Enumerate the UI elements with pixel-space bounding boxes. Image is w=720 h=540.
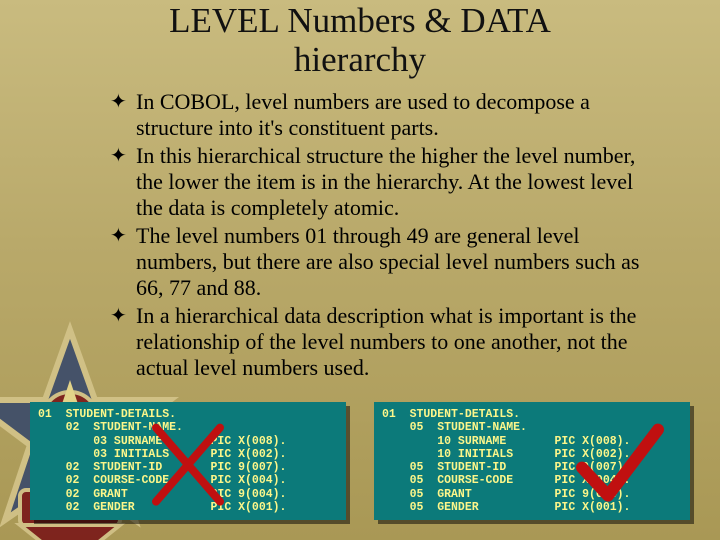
bullet-item: ✦ In COBOL, level numbers are used to de… xyxy=(110,89,660,141)
code-example-right: 01 STUDENT-DETAILS. 05 STUDENT-NAME. 10 … xyxy=(374,402,690,520)
bullet-marker-icon: ✦ xyxy=(110,143,136,221)
bullet-item: ✦ In this hierarchical structure the hig… xyxy=(110,143,660,221)
bullet-marker-icon: ✦ xyxy=(110,89,136,141)
bullet-marker-icon: ✦ xyxy=(110,303,136,381)
slide-title: LEVEL Numbers & DATA hierarchy xyxy=(0,0,720,79)
bullet-text: In a hierarchical data description what … xyxy=(136,303,660,381)
bullet-item: ✦ In a hierarchical data description wha… xyxy=(110,303,660,381)
title-line1: LEVEL Numbers & DATA xyxy=(169,1,551,40)
slide: LEVEL Numbers & DATA hierarchy ✦ In COBO… xyxy=(0,0,720,540)
bullet-text: In COBOL, level numbers are used to deco… xyxy=(136,89,660,141)
code-text: 01 STUDENT-DETAILS. 02 STUDENT-NAME. 03 … xyxy=(38,408,338,514)
code-example-left: 01 STUDENT-DETAILS. 02 STUDENT-NAME. 03 … xyxy=(30,402,346,520)
code-examples-row: 01 STUDENT-DETAILS. 02 STUDENT-NAME. 03 … xyxy=(0,402,720,520)
bullets-list: ✦ In COBOL, level numbers are used to de… xyxy=(110,89,660,380)
bullet-item: ✦ The level numbers 01 through 49 are ge… xyxy=(110,223,660,301)
title-line2: hierarchy xyxy=(294,40,426,79)
bullet-text: The level numbers 01 through 49 are gene… xyxy=(136,223,660,301)
bullet-text: In this hierarchical structure the highe… xyxy=(136,143,660,221)
code-text: 01 STUDENT-DETAILS. 05 STUDENT-NAME. 10 … xyxy=(382,408,682,514)
bullet-marker-icon: ✦ xyxy=(110,223,136,301)
